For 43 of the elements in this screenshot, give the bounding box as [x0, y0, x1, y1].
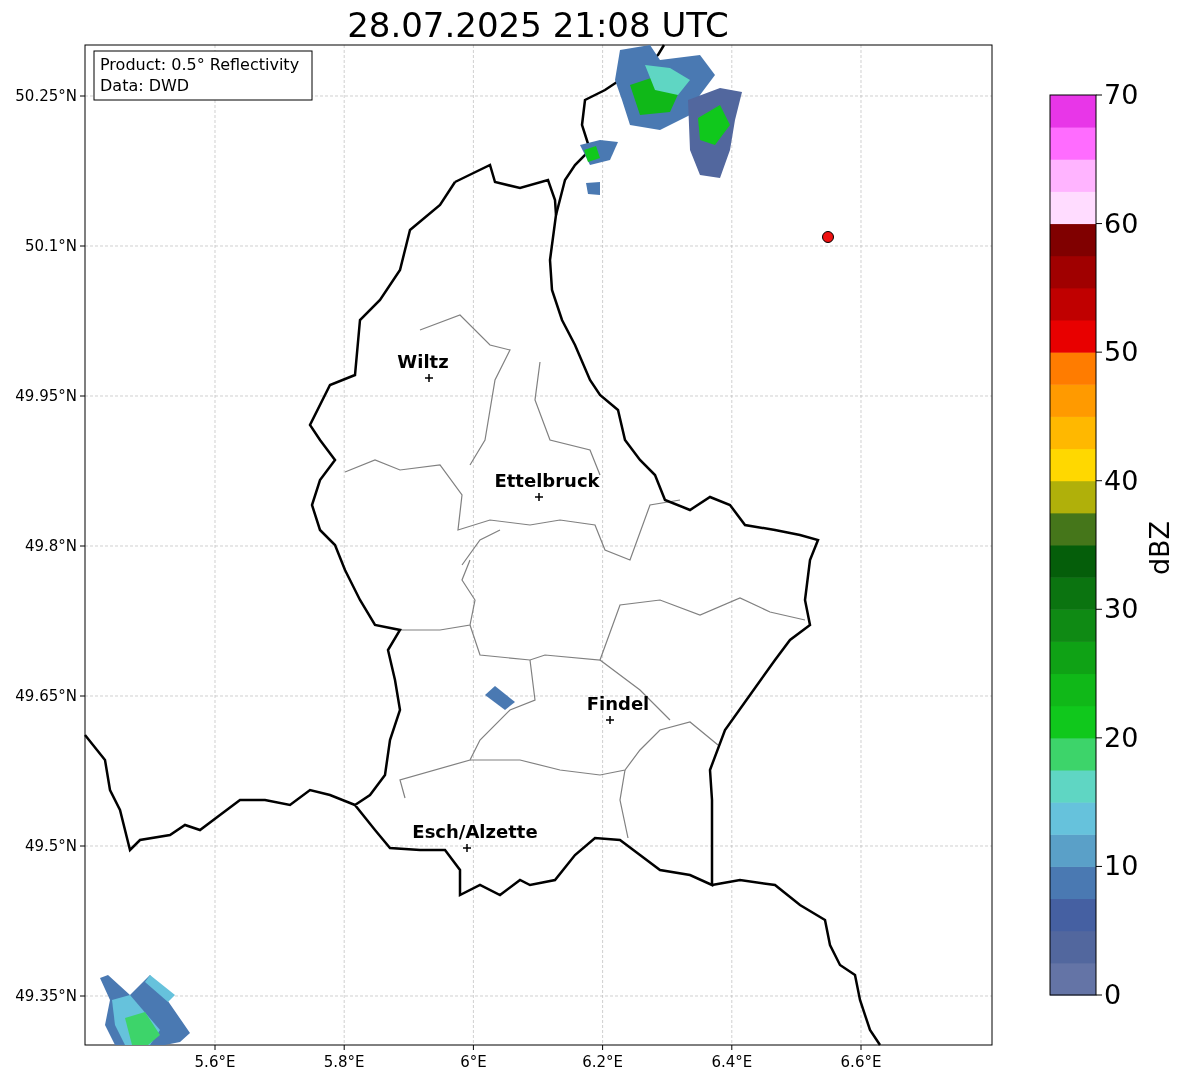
tick-mark — [1095, 480, 1103, 482]
radar-echo-drawing — [485, 686, 515, 710]
info-text: Data: DWD — [100, 76, 190, 95]
y-tick-label: 50.1°N — [24, 237, 77, 255]
y-tick-label: 49.65°N — [15, 687, 77, 705]
city-marker-icon — [424, 373, 434, 383]
city-label: Ettelbruck — [494, 470, 600, 491]
colorbar-tick-label: 70 — [1104, 79, 1139, 110]
x-tick-label: 6.2°E — [582, 1053, 623, 1071]
tick-mark — [1095, 994, 1103, 996]
tick-mark — [1095, 865, 1103, 867]
colorbar-tick-label: 40 — [1104, 464, 1139, 496]
y-tick-label: 49.5°N — [24, 837, 77, 855]
city-label: Findel — [586, 693, 650, 714]
info-text: Product: 0.5° Reflectivity — [100, 55, 300, 74]
x-tick-label: 5.6°E — [194, 1053, 236, 1071]
city-marker-icon — [462, 843, 472, 853]
tick-mark — [1095, 94, 1103, 96]
chart-title: 28.07.2025 21:08 UTC — [347, 5, 729, 45]
y-tick-label: 50.25°N — [15, 87, 77, 105]
city-label: Wiltz — [397, 351, 449, 372]
colorbar-tick-label: 10 — [1104, 850, 1139, 882]
colorbar-label: dBZ — [1144, 520, 1175, 576]
x-tick-label: 6°E — [460, 1053, 487, 1071]
colorbar-tick-label: 20 — [1104, 721, 1139, 753]
x-tick-label: 5.8°E — [323, 1053, 365, 1071]
radar-site-marker — [822, 231, 834, 243]
tick-mark — [1095, 223, 1103, 225]
colorbar-tick-label: 30 — [1104, 593, 1139, 625]
tick-mark — [1095, 351, 1103, 353]
x-tick-label: 6.6°E — [840, 1053, 882, 1071]
city-marker-icon — [534, 492, 544, 502]
y-tick-label: 49.95°N — [15, 387, 77, 405]
city-marker-icon — [605, 715, 615, 725]
y-tick-label: 49.8°N — [24, 537, 77, 555]
y-tick-label: 49.35°N — [15, 987, 77, 1005]
tick-mark — [1095, 737, 1103, 739]
colorbar-tick-label: 0 — [1104, 979, 1122, 1010]
tick-mark — [1095, 608, 1103, 610]
city-label: Esch/Alzette — [412, 821, 538, 842]
colorbar-tick-label: 50 — [1104, 336, 1139, 368]
x-tick-label: 6.4°E — [711, 1053, 753, 1071]
colorbar-tick-label: 60 — [1104, 207, 1139, 239]
